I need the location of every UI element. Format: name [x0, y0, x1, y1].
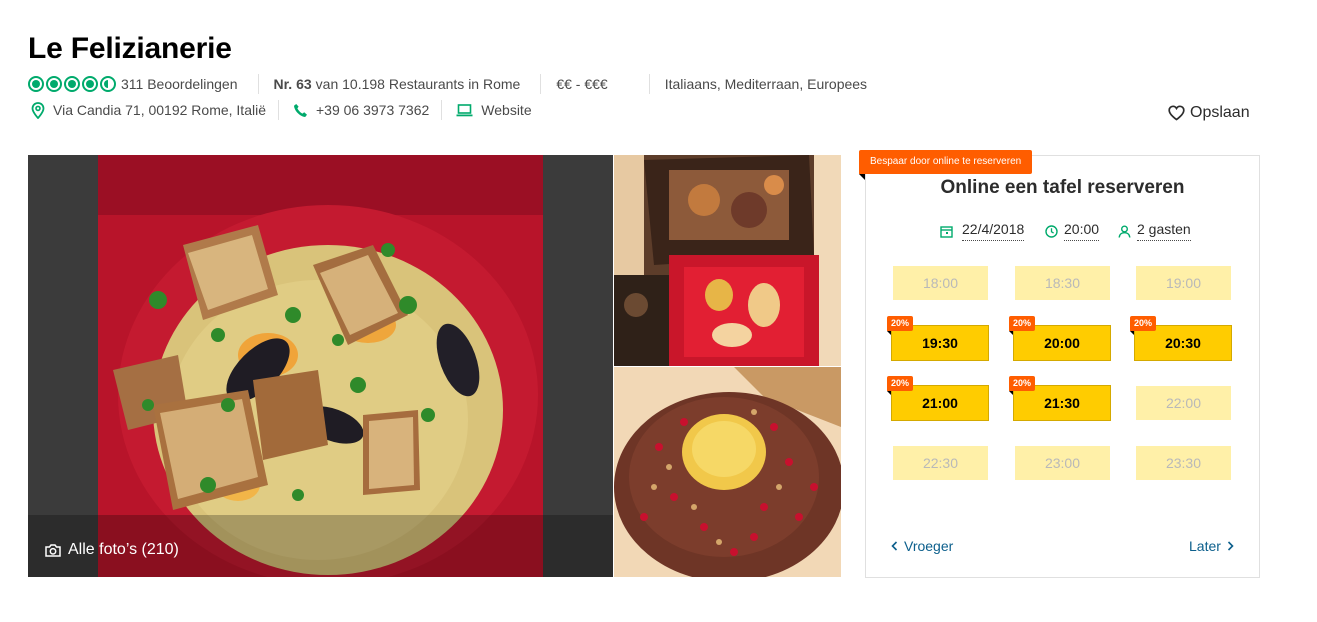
- restaurant-name: Le Felizianerie: [28, 32, 232, 65]
- discount-badge-fold: [887, 391, 891, 395]
- clock-icon: [1045, 224, 1058, 238]
- address-text: Via Candia 71, 00192 Rome, Italië: [53, 102, 266, 118]
- earlier-button[interactable]: Vroeger: [887, 538, 953, 554]
- divider: [648, 74, 650, 94]
- calendar-icon: [940, 225, 953, 238]
- rating-summary[interactable]: 311 Beoordelingen: [28, 74, 238, 94]
- rating-bubbles: [28, 76, 116, 92]
- save-label: Opslaan: [1190, 104, 1250, 121]
- soup-photo-image: [28, 155, 613, 577]
- heart-icon: [1168, 105, 1185, 121]
- discount-badge: 20%: [887, 316, 914, 331]
- divider: [257, 74, 259, 94]
- side-photo-top[interactable]: [614, 155, 841, 366]
- review-count-link[interactable]: 311 Beoordelingen: [121, 76, 238, 92]
- time-slot-2200: 22:00: [1136, 386, 1231, 420]
- discount-badge-fold: [1130, 331, 1134, 335]
- discount-badge-fold: [1009, 331, 1013, 335]
- reservation-time-selector[interactable]: 20:00: [1045, 221, 1100, 241]
- discount-badge: 20%: [887, 376, 914, 391]
- time-slot-2230: 22:30: [893, 446, 988, 480]
- time-slot-2300: 23:00: [1015, 446, 1110, 480]
- restaurant-contact-row: Via Candia 71, 00192 Rome, Italië +39 06…: [28, 100, 532, 120]
- all-photos-label: Alle foto’s (210): [68, 541, 179, 558]
- ranking-number: Nr. 63: [273, 76, 312, 92]
- reservation-guests: 2 gasten: [1137, 221, 1191, 241]
- reservation-guests-selector[interactable]: 2 gasten: [1118, 221, 1191, 241]
- reservation-widget: [865, 155, 1260, 578]
- rating-bubble-icon: [82, 76, 98, 92]
- discount-badge-fold: [887, 331, 891, 335]
- later-button[interactable]: Later: [1189, 538, 1240, 554]
- website-link[interactable]: Website: [456, 100, 532, 120]
- divider: [441, 100, 443, 120]
- restaurant-meta-row: 311 Beoordelingen Nr. 63 van 10.198 Rest…: [28, 74, 867, 94]
- side-photo-bottom[interactable]: [614, 367, 841, 577]
- phone-link[interactable]: +39 06 3973 7362: [293, 100, 429, 120]
- ranking-text[interactable]: van 10.198 Restaurants in Rome: [316, 76, 521, 92]
- price-range: €€ - €€€: [556, 76, 608, 92]
- website-text: Website: [481, 102, 532, 118]
- laptop-icon: [456, 103, 473, 116]
- address-link[interactable]: Via Candia 71, 00192 Rome, Italië: [31, 100, 266, 120]
- camera-icon: [45, 543, 61, 557]
- rating-bubble-icon: [64, 76, 80, 92]
- chevron-left-icon: [891, 541, 898, 551]
- discount-badge: 20%: [1009, 376, 1036, 391]
- phone-icon: [294, 103, 307, 117]
- map-pin-icon: [31, 101, 45, 119]
- ranking[interactable]: Nr. 63 van 10.198 Restaurants in Rome: [274, 74, 521, 94]
- reservation-title: Online een tafel reserveren: [940, 177, 1185, 198]
- discount-badge: 20%: [1009, 316, 1036, 331]
- reservation-date: 22/4/2018: [962, 221, 1025, 241]
- save-button[interactable]: Opslaan: [1168, 104, 1250, 122]
- time-slot-1830: 18:30: [1015, 266, 1110, 300]
- all-photos-link[interactable]: Alle foto’s (210): [45, 541, 179, 559]
- time-slot-2330: 23:30: [1136, 446, 1231, 480]
- later-label: Later: [1189, 538, 1221, 554]
- divider: [540, 74, 542, 94]
- cuisine-list[interactable]: Italiaans, Mediterraan, Europees: [665, 74, 867, 94]
- rating-half-bubble-icon: [100, 76, 116, 92]
- chevron-right-icon: [1227, 541, 1234, 551]
- rating-bubble-icon: [28, 76, 44, 92]
- time-slot-1800: 18:00: [893, 266, 988, 300]
- reservation-time: 20:00: [1064, 221, 1100, 241]
- rating-bubble-icon: [46, 76, 62, 92]
- discount-badge: 20%: [1130, 316, 1157, 331]
- appetizer-photo-image: [614, 155, 841, 366]
- reservation-date-selector[interactable]: 22/4/2018: [940, 221, 1025, 241]
- divider: [278, 100, 279, 120]
- promo-banner: Bespaar door online te reserveren: [859, 150, 1033, 174]
- time-slot-1900: 19:00: [1136, 266, 1231, 300]
- meat-dish-photo-image: [614, 367, 841, 577]
- earlier-label: Vroeger: [904, 538, 954, 554]
- phone-text: +39 06 3973 7362: [316, 102, 430, 118]
- main-photo[interactable]: [28, 155, 613, 577]
- person-icon: [1118, 225, 1131, 238]
- discount-badge-fold: [1009, 391, 1013, 395]
